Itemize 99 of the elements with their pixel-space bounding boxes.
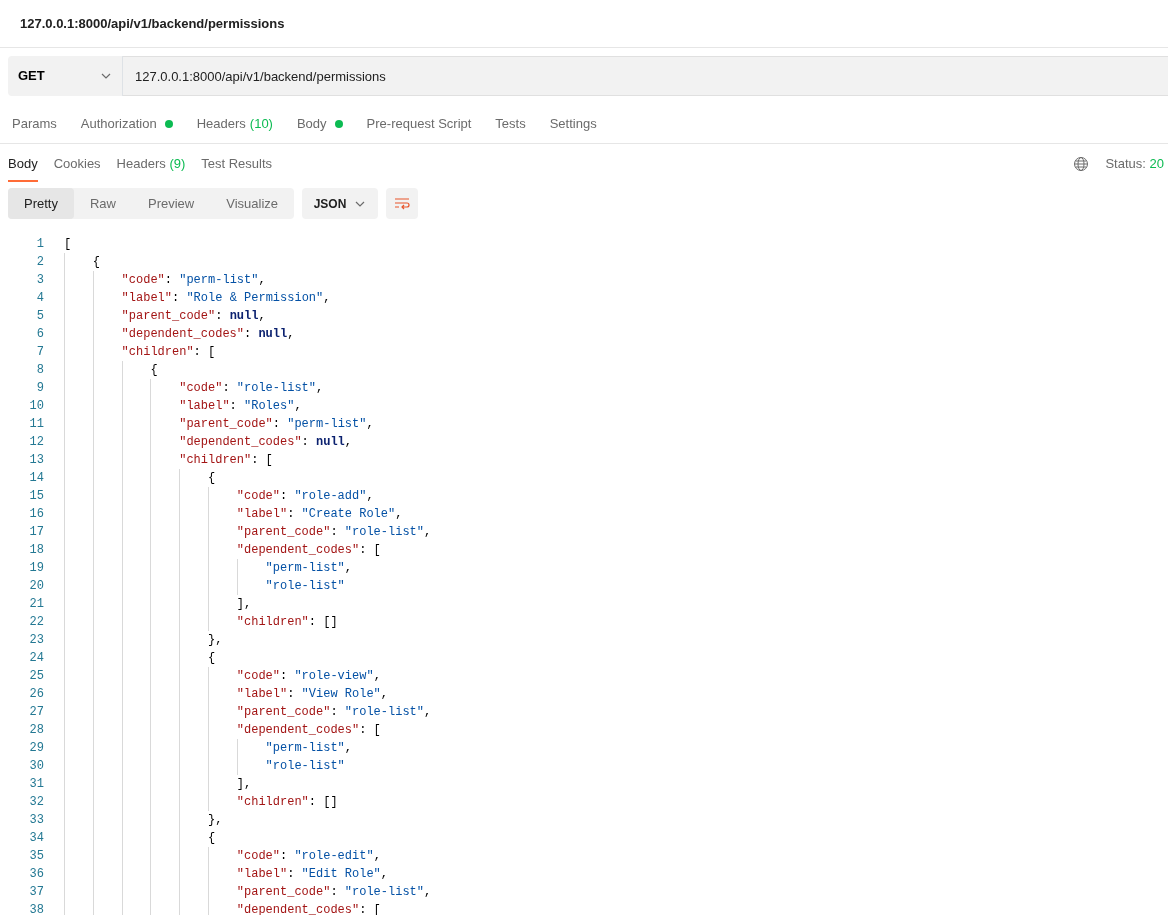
response-tab[interactable]: Test Results: [201, 145, 273, 183]
code-line: "dependent_codes": null,: [64, 325, 295, 343]
globe-icon[interactable]: [1073, 156, 1090, 172]
line-number: 15: [28, 488, 44, 505]
line-number: 32: [28, 794, 44, 811]
code-line: "parent_code": "role-list",: [64, 523, 432, 541]
line-number: 35: [28, 848, 44, 865]
code-line: "code": "role-edit",: [64, 847, 381, 865]
code-line: "children": [: [64, 343, 216, 361]
line-number: 27: [28, 704, 44, 721]
code-line: "dependent_codes": [: [64, 901, 381, 915]
code-line: "label": "Create Role",: [64, 505, 403, 523]
view-mode-tab[interactable]: Preview: [132, 188, 211, 219]
line-number: 8: [35, 362, 44, 379]
url-field[interactable]: 127.0.0.1:8000/api/v1/backend/permissions: [123, 56, 1168, 96]
line-number: 23: [28, 632, 44, 649]
code-line: {: [64, 361, 158, 379]
code-line: "dependent_codes": [: [64, 541, 381, 559]
code-line: "children": []: [64, 793, 338, 811]
code-line: "children": [: [64, 451, 273, 469]
request-tab[interactable]: Body: [296, 113, 343, 134]
code-line: "label": "Edit Role",: [64, 865, 389, 883]
request-tab[interactable]: Tests: [495, 113, 526, 134]
line-number: 10: [28, 398, 44, 415]
line-number: 26: [28, 686, 44, 703]
code-line: "label": "Role & Permission",: [64, 289, 331, 307]
line-number: 4: [35, 290, 44, 307]
line-number: 19: [28, 560, 44, 577]
line-number: 21: [28, 596, 44, 613]
code-line: {: [64, 253, 100, 271]
code-line: {: [64, 469, 216, 487]
line-number: 22: [28, 614, 44, 631]
format-dropdown[interactable]: JSON: [302, 188, 379, 219]
request-tab[interactable]: Pre-request Script: [366, 113, 472, 134]
line-number: 29: [28, 740, 44, 757]
code-line: "role-list": [64, 577, 345, 595]
code-line: "parent_code": null,: [64, 307, 266, 325]
line-number: 25: [28, 668, 44, 685]
code-line: "parent_code": "role-list",: [64, 703, 432, 721]
request-tab[interactable]: Headers (10): [196, 113, 273, 134]
code-line: "code": "perm-list",: [64, 271, 266, 289]
response-tab[interactable]: Headers (9): [116, 145, 186, 183]
code-line: "label": "View Role",: [64, 685, 389, 703]
request-title: 127.0.0.1:8000/api/v1/backend/permissions: [20, 14, 285, 33]
line-number: 1: [35, 236, 44, 253]
line-number: 33: [28, 812, 44, 829]
line-number: 17: [28, 524, 44, 541]
request-tab[interactable]: Params: [12, 113, 57, 134]
code-line: "dependent_codes": null,: [64, 433, 353, 451]
line-number: 9: [35, 380, 44, 397]
code-line: {: [64, 649, 216, 667]
response-tab[interactable]: Cookies: [53, 145, 101, 183]
wrap-lines-icon: [394, 196, 411, 211]
line-number: 11: [28, 416, 44, 433]
line-number: 3: [35, 272, 44, 289]
request-tab[interactable]: Settings: [549, 113, 597, 134]
code-line: },: [64, 631, 223, 649]
view-mode-tab[interactable]: Pretty: [8, 188, 74, 219]
line-number: 31: [28, 776, 44, 793]
response-tab[interactable]: Body: [8, 145, 38, 183]
code-line: "perm-list",: [64, 739, 352, 757]
status-label: Status:: [1105, 156, 1146, 172]
line-number: 37: [28, 884, 44, 901]
code-line: "role-list": [64, 757, 345, 775]
status-code: 20: [1149, 156, 1164, 172]
code-line: {: [64, 829, 216, 847]
request-tab[interactable]: Authorization: [80, 113, 173, 134]
line-number: 24: [28, 650, 44, 667]
line-number: 6: [35, 326, 44, 343]
line-number: 16: [28, 506, 44, 523]
code-line: "label": "Roles",: [64, 397, 302, 415]
code-line: [: [64, 236, 72, 253]
line-number: 2: [35, 254, 44, 271]
line-number: 5: [35, 308, 44, 325]
code-line: "parent_code": "perm-list",: [64, 415, 374, 433]
code-line: },: [64, 811, 223, 829]
code-line: "perm-list",: [64, 559, 352, 577]
line-number: 14: [28, 470, 44, 487]
code-line: "code": "role-add",: [64, 487, 374, 505]
code-line: "code": "role-view",: [64, 667, 381, 685]
code-line: "parent_code": "role-list",: [64, 883, 432, 901]
line-number: 12: [28, 434, 44, 451]
code-line: "dependent_codes": [: [64, 721, 381, 739]
code-line: ],: [64, 595, 252, 613]
view-mode-tab[interactable]: Raw: [73, 188, 132, 219]
code-line: ],: [64, 775, 252, 793]
line-number: 30: [28, 758, 44, 775]
code-line: "code": "role-list",: [64, 379, 324, 397]
line-number: 18: [28, 542, 44, 559]
line-number: 20: [28, 578, 44, 595]
view-mode-tab[interactable]: Visualize: [210, 188, 295, 219]
line-number: 28: [28, 722, 44, 739]
code-line: "children": []: [64, 613, 338, 631]
line-number: 34: [28, 830, 44, 847]
line-number: 38: [28, 902, 44, 915]
line-number: 36: [28, 866, 44, 883]
line-number: 7: [35, 344, 44, 361]
method-dropdown[interactable]: GET: [8, 56, 123, 96]
line-number: 13: [28, 452, 44, 469]
